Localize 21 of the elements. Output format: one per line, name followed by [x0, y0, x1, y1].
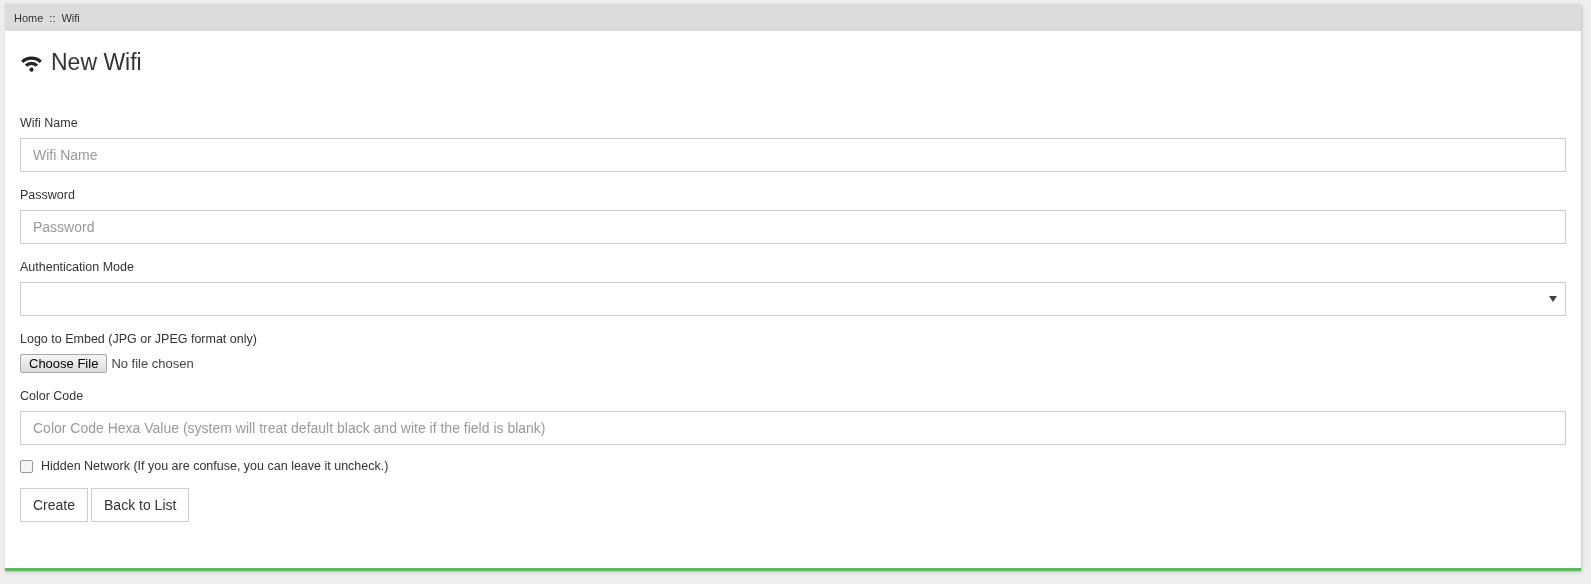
- input-field[interactable]: Color Code Hexa Value (system will treat default black and wite if the field is blank): [20, 411, 1566, 445]
- checkbox[interactable]: [20, 459, 33, 473]
- action-button[interactable]: Back to List: [91, 488, 190, 522]
- field-label: Authentication Mode: [20, 260, 135, 274]
- choose-file-button[interactable]: Choose File: [20, 354, 108, 373]
- input-field[interactable]: Wifi Name: [20, 138, 1566, 172]
- input-field[interactable]: Password: [20, 210, 1566, 244]
- action-button[interactable]: Create: [20, 488, 89, 522]
- caret-icon: [1549, 296, 1557, 302]
- page-title: New Wifi: [51, 49, 142, 76]
- field-label: Logo to Embed (JPG or JPEG format only): [20, 332, 258, 346]
- checkbox-label: Hidden Network (If you are confuse, you can leave it uncheck.): [41, 459, 389, 473]
- file-status: No file chosen: [111, 356, 194, 371]
- breadcrumb-link[interactable]: Home: [14, 11, 44, 24]
- breadcrumb-separator: ::: [49, 11, 56, 24]
- dropdown-field[interactable]: [20, 282, 1566, 316]
- breadcrumb-link[interactable]: Wifi: [61, 11, 80, 24]
- wifi-icon: [20, 53, 43, 72]
- field-label: Color Code: [20, 389, 85, 403]
- field-label: Wifi Name: [20, 116, 79, 130]
- field-label: Password: [20, 188, 76, 202]
